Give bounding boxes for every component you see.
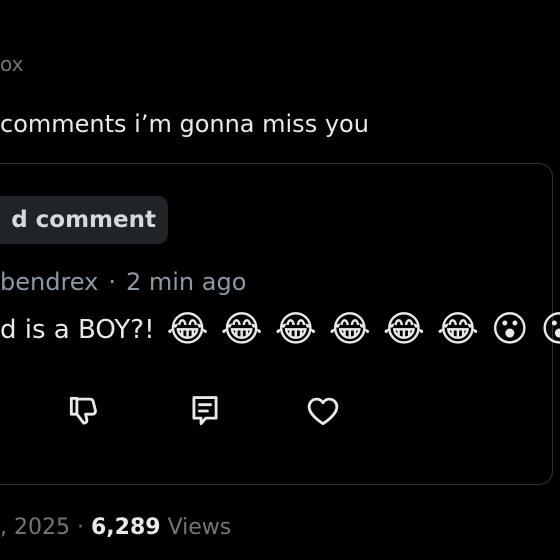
comment-time: 2 min ago [125,268,247,296]
comment-icon [192,396,218,426]
comment-meta: bendrex · 2 min ago [0,268,246,296]
post-text: comments i’m gonna miss you [0,110,369,138]
emoji-laughing: 😂 [436,309,479,350]
emoji-laughing: 😂 [220,309,263,350]
like-button[interactable] [303,391,343,431]
post-footer: , 2025 · 6,289 Views [0,515,231,540]
comment-text: d is a BOY?! [0,315,155,345]
add-comment-button[interactable]: d comment [0,196,168,244]
thumbs-down-icon [69,396,97,425]
emoji-surprised: 😮 [491,309,529,350]
dislike-button[interactable] [64,391,104,431]
emoji-laughing: 😂 [328,309,371,350]
post-date: , 2025 [0,515,70,540]
footer-separator: · [76,515,84,540]
post-author-fragment: ox [0,52,24,76]
emoji-laughing: 😂 [382,309,425,350]
heart-icon [307,397,339,426]
emoji-laughing: 😂 [274,309,317,350]
meta-separator: · [108,268,116,296]
comment-body: d is a BOY?! 😂 😂 😂 😂 😂 😂 😮 😮 [0,310,560,350]
emoji-surprised: 😮 [540,309,560,350]
reply-button[interactable] [185,391,225,431]
views-label: Views [167,515,232,540]
views-count: 6,289 [90,515,161,540]
comment-author[interactable]: bendrex [0,268,98,296]
emoji-laughing: 😂 [166,309,209,350]
